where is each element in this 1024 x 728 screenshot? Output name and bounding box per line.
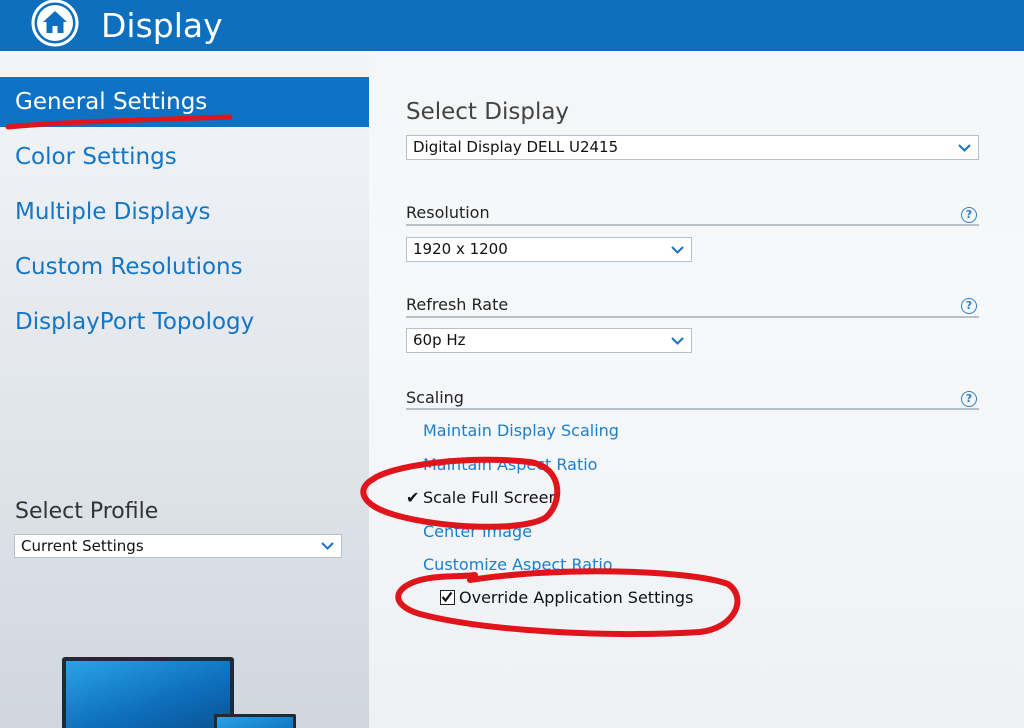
divider bbox=[406, 224, 979, 226]
chevron-down-icon bbox=[321, 542, 334, 550]
sidebar-item-multiple-displays[interactable]: Multiple Displays bbox=[0, 187, 369, 237]
sidebar-item-displayport-topology[interactable]: DisplayPort Topology bbox=[0, 297, 369, 347]
scaling-option-scale-full-screen[interactable]: Scale Full Screen bbox=[423, 488, 559, 507]
page-title: Display bbox=[101, 6, 223, 45]
resolution-dropdown-value: 1920 x 1200 bbox=[413, 240, 508, 258]
override-checkbox[interactable] bbox=[440, 590, 455, 605]
profile-dropdown-value: Current Settings bbox=[21, 537, 144, 555]
display-dropdown-value: Digital Display DELL U2415 bbox=[413, 138, 619, 156]
secondary-display-illustration bbox=[214, 714, 296, 728]
scaling-help-icon[interactable]: ? bbox=[961, 391, 977, 407]
resolution-label: Resolution bbox=[406, 203, 490, 222]
scaling-option-center-image[interactable]: Center Image bbox=[423, 522, 532, 541]
scaling-label: Scaling bbox=[406, 388, 464, 407]
refresh-rate-dropdown[interactable]: 60p Hz bbox=[406, 328, 692, 353]
home-button[interactable] bbox=[29, 0, 81, 49]
refresh-rate-label: Refresh Rate bbox=[406, 295, 509, 314]
divider bbox=[406, 408, 979, 410]
chevron-down-icon bbox=[671, 246, 684, 254]
select-display-title: Select Display bbox=[406, 99, 570, 125]
select-profile-label: Select Profile bbox=[15, 499, 159, 524]
profile-dropdown[interactable]: Current Settings bbox=[14, 534, 342, 558]
home-icon bbox=[31, 0, 79, 47]
scaling-option-maintain-aspect-ratio[interactable]: Maintain Aspect Ratio bbox=[423, 455, 597, 474]
sidebar-item-custom-resolutions[interactable]: Custom Resolutions bbox=[0, 242, 369, 292]
resolution-dropdown[interactable]: 1920 x 1200 bbox=[406, 237, 692, 262]
chevron-down-icon bbox=[958, 144, 971, 152]
checkmark-icon: ✔ bbox=[406, 488, 420, 507]
scaling-option-maintain-display-scaling[interactable]: Maintain Display Scaling bbox=[423, 421, 619, 440]
main-panel: Select Display Digital Display DELL U241… bbox=[369, 51, 1024, 728]
display-illustration bbox=[62, 657, 234, 728]
scaling-option-customize-aspect-ratio[interactable]: Customize Aspect Ratio bbox=[423, 555, 613, 574]
divider bbox=[406, 316, 979, 318]
resolution-help-icon[interactable]: ? bbox=[961, 207, 977, 223]
sidebar-item-general-settings[interactable]: General Settings bbox=[0, 77, 369, 127]
chevron-down-icon bbox=[671, 337, 684, 345]
checkbox-check-icon bbox=[441, 591, 453, 603]
sidebar: General Settings Color Settings Multiple… bbox=[0, 51, 369, 728]
sidebar-item-color-settings[interactable]: Color Settings bbox=[0, 132, 369, 182]
override-checkbox-label: Override Application Settings bbox=[459, 588, 694, 607]
display-dropdown[interactable]: Digital Display DELL U2415 bbox=[406, 135, 979, 160]
refresh-rate-help-icon[interactable]: ? bbox=[961, 298, 977, 314]
refresh-rate-dropdown-value: 60p Hz bbox=[413, 331, 466, 349]
title-bar: Display bbox=[0, 0, 1024, 51]
